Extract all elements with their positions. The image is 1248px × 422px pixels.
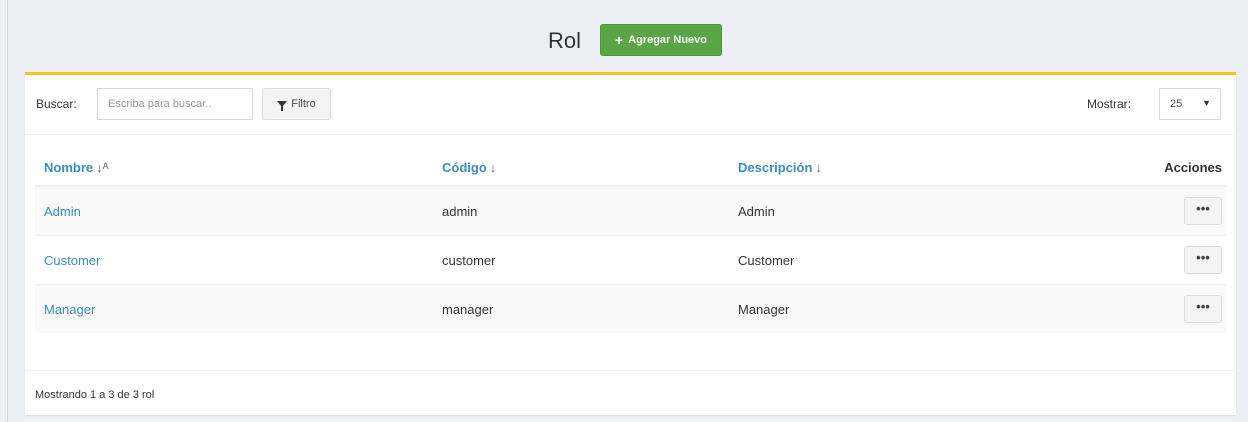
table-row: Customer customer Customer ••• — [35, 235, 1226, 285]
page-title: Rol — [548, 28, 582, 53]
show-label: Mostrar: — [1087, 97, 1132, 111]
panel-footer: Mostrando 1 a 3 de 3 rol — [25, 370, 1236, 415]
search-input[interactable] — [97, 88, 253, 120]
roles-table: Nombre ↓ᴬ Código ↓ Descripción ↓ Acciones A… — [35, 150, 1226, 333]
table-row: Manager manager Manager ••• — [35, 284, 1226, 333]
search-label: Buscar: — [36, 97, 77, 111]
row-description: Admin — [729, 185, 1023, 236]
filter-button[interactable]: Filtro — [262, 88, 331, 120]
column-header-nombre[interactable]: Nombre ↓ᴬ — [35, 150, 433, 187]
table-row: Admin admin Admin ••• — [35, 185, 1226, 236]
row-code: customer — [433, 235, 729, 285]
caret-down-icon: ▼ — [1202, 98, 1211, 108]
row-actions-button[interactable]: ••• — [1184, 197, 1222, 225]
column-header-acciones: Acciones — [1022, 150, 1226, 187]
filter-label: Filtro — [291, 98, 316, 110]
column-header-codigo[interactable]: Código ↓ — [433, 150, 729, 187]
plus-icon: + — [614, 32, 624, 48]
row-actions-button[interactable]: ••• — [1184, 246, 1222, 274]
add-new-button[interactable]: + Agregar Nuevo — [600, 24, 722, 56]
row-code: admin — [433, 185, 729, 236]
row-name-link[interactable]: Manager — [35, 284, 433, 333]
row-description: Manager — [729, 284, 1023, 333]
page-header: Rol + Agregar Nuevo — [8, 0, 1248, 72]
filter-icon — [277, 101, 288, 111]
row-code: manager — [433, 284, 729, 333]
row-actions-button[interactable]: ••• — [1184, 295, 1222, 323]
row-name-link[interactable]: Admin — [35, 185, 433, 236]
sort-alpha-down-icon: ↓ᴬ — [96, 160, 109, 175]
page-size-value: 25 — [1170, 98, 1183, 110]
roles-panel: Buscar: Filtro Mostrar: 25 ▼ Nombre↓ᴬ Có… — [25, 72, 1236, 415]
column-header-descripcion[interactable]: Descripción ↓ — [729, 150, 1023, 187]
row-description: Customer — [729, 235, 1023, 285]
sort-down-icon: ↓ — [489, 160, 497, 175]
pagination-info: Mostrando 1 a 3 de 3 rol — [35, 389, 155, 401]
add-new-label: Agregar Nuevo — [628, 34, 708, 46]
page-size-select[interactable]: 25 ▼ — [1159, 88, 1221, 120]
sort-down-icon: ↓ — [815, 160, 822, 175]
toolbar: Buscar: Filtro Mostrar: 25 ▼ — [25, 75, 1236, 135]
table-header-row: Nombre ↓ᴬ Código ↓ Descripción ↓ Acciones — [35, 150, 1226, 187]
row-name-link[interactable]: Customer — [35, 235, 433, 285]
